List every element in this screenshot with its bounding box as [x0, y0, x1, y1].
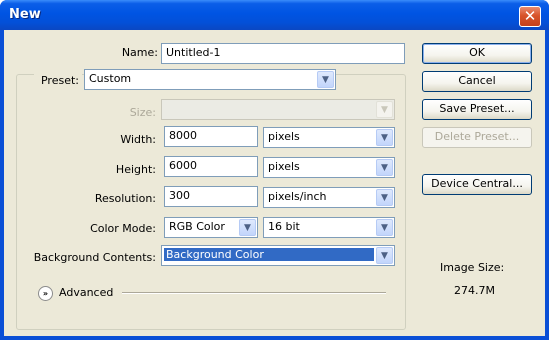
- chevron-down-icon: ▼: [376, 159, 393, 176]
- background-contents-label: Background Contents:: [33, 251, 156, 264]
- width-input-value: 8000: [169, 129, 197, 142]
- height-input-value: 6000: [169, 159, 197, 172]
- resolution-label: Resolution:: [94, 192, 156, 205]
- width-label: Width:: [120, 133, 156, 146]
- chevron-down-icon: ▼: [376, 189, 393, 206]
- chevron-down-icon: ▼: [376, 129, 393, 146]
- chevron-down-icon: ▼: [239, 219, 256, 236]
- size-select[interactable]: ▼: [161, 99, 395, 120]
- close-icon: ✕: [523, 7, 537, 25]
- double-chevron-down-icon: »: [42, 289, 49, 298]
- chevron-down-icon: ▼: [376, 219, 393, 236]
- save-preset-button[interactable]: Save Preset...: [422, 99, 532, 120]
- window-title: New: [9, 7, 41, 22]
- advanced-label: Advanced: [59, 286, 114, 299]
- device-central-button[interactable]: Device Central...: [422, 174, 532, 195]
- delete-preset-button[interactable]: Delete Preset...: [422, 127, 532, 148]
- image-size-label: Image Size:: [440, 261, 505, 274]
- title-bar[interactable]: New ✕: [0, 0, 549, 30]
- resolution-input[interactable]: 300: [164, 186, 258, 207]
- advanced-toggle-button[interactable]: »: [38, 286, 53, 301]
- resolution-unit-value: pixels/inch: [268, 190, 327, 203]
- bit-depth-select[interactable]: 16 bit ▼: [263, 217, 395, 238]
- resolution-unit-select[interactable]: pixels/inch ▼: [263, 187, 395, 208]
- color-mode-label: Color Mode:: [90, 222, 156, 235]
- resolution-input-value: 300: [169, 189, 190, 202]
- name-input-value: Untitled-1: [166, 46, 221, 59]
- height-unit-select[interactable]: pixels ▼: [263, 157, 395, 178]
- name-input[interactable]: Untitled-1: [161, 43, 405, 64]
- dialog-body: Name: Untitled-1 Preset: Custom ▼ Size: …: [4, 30, 545, 336]
- height-input[interactable]: 6000: [164, 156, 258, 177]
- width-unit-value: pixels: [268, 130, 300, 143]
- bit-depth-value: 16 bit: [268, 220, 300, 233]
- size-label: Size:: [129, 106, 156, 119]
- preset-select-value: Custom: [89, 72, 132, 85]
- close-button[interactable]: ✕: [519, 6, 541, 27]
- chevron-down-icon: ▼: [376, 101, 393, 118]
- width-input[interactable]: 8000: [164, 126, 258, 147]
- color-mode-value: RGB Color: [169, 220, 225, 233]
- new-document-dialog: New ✕ Name: Untitled-1 Preset: Custom ▼ …: [0, 0, 549, 340]
- chevron-down-icon: ▼: [317, 71, 334, 88]
- preset-select[interactable]: Custom ▼: [84, 69, 336, 90]
- advanced-divider: [122, 292, 386, 294]
- height-label: Height:: [115, 163, 156, 176]
- color-mode-select[interactable]: RGB Color ▼: [164, 217, 258, 238]
- ok-button[interactable]: OK: [422, 43, 532, 64]
- image-size-value: 274.7M: [454, 284, 495, 297]
- cancel-button[interactable]: Cancel: [422, 71, 532, 92]
- background-contents-select[interactable]: Background Color ▼: [161, 245, 395, 266]
- height-unit-value: pixels: [268, 160, 300, 173]
- preset-label: Preset:: [34, 74, 82, 87]
- width-unit-select[interactable]: pixels ▼: [263, 127, 395, 148]
- background-contents-value: Background Color: [164, 248, 374, 261]
- chevron-down-icon: ▼: [376, 247, 393, 264]
- name-label: Name:: [121, 46, 158, 59]
